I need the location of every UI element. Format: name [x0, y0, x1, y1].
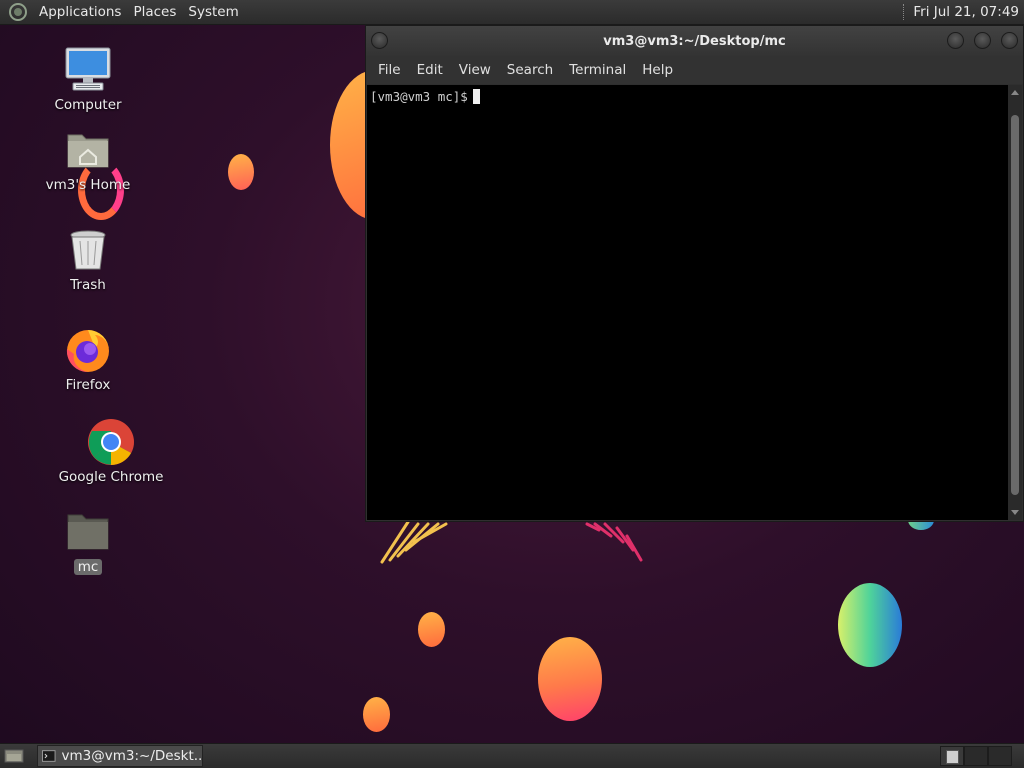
- scroll-thumb[interactable]: [1011, 115, 1019, 495]
- window-titlebar[interactable]: vm3@vm3:~/Desktop/mc: [366, 26, 1023, 56]
- trash-icon: [63, 225, 113, 275]
- text-cursor: [472, 89, 480, 104]
- desktop-icon-label: Firefox: [65, 377, 111, 393]
- desktop-icon-label: mc: [73, 559, 103, 575]
- menu-file[interactable]: File: [370, 62, 409, 78]
- menu-edit[interactable]: Edit: [409, 62, 451, 78]
- menu-terminal[interactable]: Terminal: [561, 62, 634, 78]
- firefox-icon: [63, 325, 113, 375]
- window-menu-button[interactable]: [371, 32, 388, 49]
- wallpaper-stripes: [380, 520, 448, 564]
- desktop-icon-label: Computer: [54, 97, 122, 113]
- terminal-icon: [42, 750, 56, 762]
- distro-logo-icon[interactable]: [9, 3, 27, 21]
- wallpaper-blob: [363, 697, 390, 732]
- terminal-menubar: File Edit View Search Terminal Help: [366, 56, 1023, 84]
- places-menu[interactable]: Places: [127, 4, 182, 20]
- chrome-icon: [86, 417, 136, 467]
- close-button[interactable]: [1001, 32, 1018, 49]
- desktop-icon-home[interactable]: vm3's Home: [33, 125, 143, 193]
- desktop-icon-chrome[interactable]: Google Chrome: [56, 417, 166, 485]
- menu-view[interactable]: View: [451, 62, 499, 78]
- taskbar-item-terminal[interactable]: vm3@vm3:~/Deskt...: [37, 745, 203, 767]
- workspace-switcher[interactable]: [940, 746, 1012, 766]
- bottom-panel: vm3@vm3:~/Deskt...: [0, 743, 1024, 768]
- show-desktop-icon: [4, 749, 24, 763]
- minimize-button[interactable]: [947, 32, 964, 49]
- desktop-icon-label: Google Chrome: [58, 469, 164, 485]
- menu-search[interactable]: Search: [499, 62, 561, 78]
- terminal-window[interactable]: vm3@vm3:~/Desktop/mc File Edit View Sear…: [365, 25, 1024, 522]
- taskbar-item-label: vm3@vm3:~/Deskt...: [61, 748, 202, 764]
- desktop-icon-label: vm3's Home: [45, 177, 131, 193]
- shell-prompt: [vm3@vm3 mc]$: [370, 89, 468, 104]
- scroll-up-icon[interactable]: [1011, 89, 1019, 97]
- wallpaper-blob: [838, 583, 902, 667]
- system-menu[interactable]: System: [182, 4, 244, 20]
- maximize-button[interactable]: [974, 32, 991, 49]
- panel-separator: [903, 4, 905, 20]
- applications-menu[interactable]: Applications: [33, 4, 127, 20]
- wallpaper-blob: [418, 612, 445, 647]
- terminal-output[interactable]: [vm3@vm3 mc]$: [367, 85, 1009, 520]
- workspace-2[interactable]: [964, 746, 988, 766]
- workspace-1[interactable]: [940, 746, 964, 766]
- home-folder-icon: [63, 125, 113, 175]
- clock[interactable]: Fri Jul 21, 07:49: [913, 4, 1019, 20]
- workspace-3[interactable]: [988, 746, 1012, 766]
- desktop-icon-firefox[interactable]: Firefox: [33, 325, 143, 393]
- wallpaper-blob: [228, 154, 254, 190]
- menu-help[interactable]: Help: [634, 62, 681, 78]
- scroll-down-icon[interactable]: [1011, 508, 1019, 516]
- desktop-icon-computer[interactable]: Computer: [33, 45, 143, 113]
- wallpaper-blob: [538, 637, 602, 721]
- folder-icon: [63, 507, 113, 557]
- desktop-icon-mc[interactable]: mc: [33, 507, 143, 575]
- wallpaper-stripes: [585, 522, 643, 562]
- computer-icon: [63, 45, 113, 95]
- show-desktop-button[interactable]: [3, 747, 25, 765]
- desktop-icon-label: Trash: [70, 277, 106, 293]
- desktop-icon-trash[interactable]: Trash: [33, 225, 143, 293]
- terminal-scrollbar[interactable]: [1008, 85, 1022, 520]
- top-panel: Applications Places System Fri Jul 21, 0…: [0, 0, 1024, 25]
- window-title: vm3@vm3:~/Desktop/mc: [603, 33, 786, 49]
